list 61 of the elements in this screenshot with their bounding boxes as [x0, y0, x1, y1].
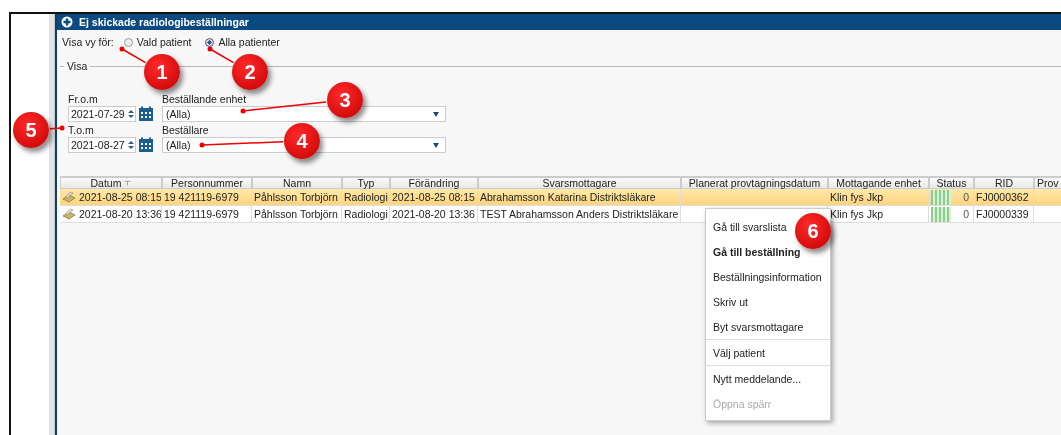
table-cell: Radiologi: [344, 191, 388, 203]
document-pen-icon: [62, 208, 76, 220]
document-pen-icon: [62, 191, 76, 203]
table-cell: Påhlsson Torbjörn: [254, 208, 338, 220]
column-header[interactable]: Personnummer: [162, 177, 252, 189]
table-cell: Klin fys Jkp: [830, 191, 884, 203]
table-cell: Abrahamsson Katarina Distriktsläkare: [480, 191, 656, 203]
table-cell: Påhlsson Torbjörn: [254, 191, 338, 203]
from-date-label: Fr.o.m: [68, 93, 98, 106]
ordering-unit-dropdown[interactable]: (Alla): [162, 106, 446, 122]
column-header[interactable]: Förändring: [390, 177, 478, 189]
column-header[interactable]: Svarsmottagare: [478, 177, 681, 189]
table-row[interactable]: 2021-08-25 08:15 19 421119-6979 Påhlsson Torbjörn Radiologi 2021-08-25 08:15 Abrahamsson Katarina Distriktsläkare Klin fys Jkp 0 FJ0000362: [60, 189, 1061, 206]
group-legend: Visa: [64, 60, 91, 72]
patient-radio[interactable]: Alla patienter: [205, 36, 280, 48]
table-cell: Klin fys Jkp: [830, 208, 884, 220]
table-cell: 2021-08-25 08:15: [392, 191, 475, 203]
table-cell: 19 421119-6979: [164, 208, 239, 220]
status-bars-icon: [931, 206, 951, 222]
sort-icon: [124, 180, 132, 186]
dropdown-arrow-icon: [433, 142, 439, 148]
column-header[interactable]: Status: [929, 177, 974, 189]
table-cell-text: 0: [963, 191, 970, 203]
spinner-icon: [128, 141, 134, 149]
spinner-icon: [128, 110, 134, 118]
leader-line: [49, 125, 65, 131]
column-header[interactable]: Datum: [60, 177, 162, 189]
calendar-icon[interactable]: [138, 137, 154, 153]
leader-line: [207, 46, 235, 64]
calendar-icon[interactable]: [138, 106, 154, 122]
table-cell: 2021-08-25 08:15: [79, 191, 161, 203]
table-cell: FJ0000362: [976, 191, 1029, 203]
table-cell: 2021-08-20 13:36: [392, 208, 475, 220]
table-cell: 19 421119-6979: [164, 191, 239, 203]
menu-item[interactable]: Beställningsinformation: [713, 269, 822, 284]
leader-line: [119, 46, 147, 64]
table-cell: TEST Abrahamsson Anders Distriktsläkare: [480, 208, 679, 220]
dropdown-arrow-icon: [433, 111, 439, 117]
to-date-label: T.o.m: [68, 124, 94, 137]
table-cell-text: 0: [963, 208, 970, 220]
to-date-field[interactable]: 2021-08-27: [68, 137, 136, 153]
view-for-label: Visa vy för:: [62, 36, 114, 48]
menu-item[interactable]: Välj patient: [713, 345, 765, 360]
orderer-label: Beställare: [162, 124, 209, 137]
table-cell: FJ0000339: [976, 208, 1029, 220]
table-cell: Radiologi: [344, 208, 388, 220]
menu-item[interactable]: Nytt meddelande...: [713, 371, 802, 386]
patient-radio[interactable]: Vald patient: [123, 36, 192, 48]
column-header[interactable]: Prov: [1034, 177, 1061, 189]
table-cell: 2021-08-20 13:36: [79, 208, 161, 220]
menu-item[interactable]: Skriv ut: [713, 294, 748, 309]
column-header[interactable]: Namn: [252, 177, 342, 189]
ordering-unit-label: Beställande enhet: [162, 93, 247, 106]
menu-item[interactable]: Byt svarsmottagare: [713, 319, 804, 334]
column-header[interactable]: Planerat provtagningsdatum: [681, 177, 828, 189]
column-header[interactable]: Mottagande enhet: [828, 177, 929, 189]
status-bars-icon: [931, 189, 951, 205]
from-date-field[interactable]: 2021-07-29: [68, 106, 136, 122]
column-header[interactable]: RID: [974, 177, 1034, 189]
column-header[interactable]: Typ: [342, 177, 390, 189]
window-title: Ej skickade radiologibeställningar: [79, 16, 249, 28]
